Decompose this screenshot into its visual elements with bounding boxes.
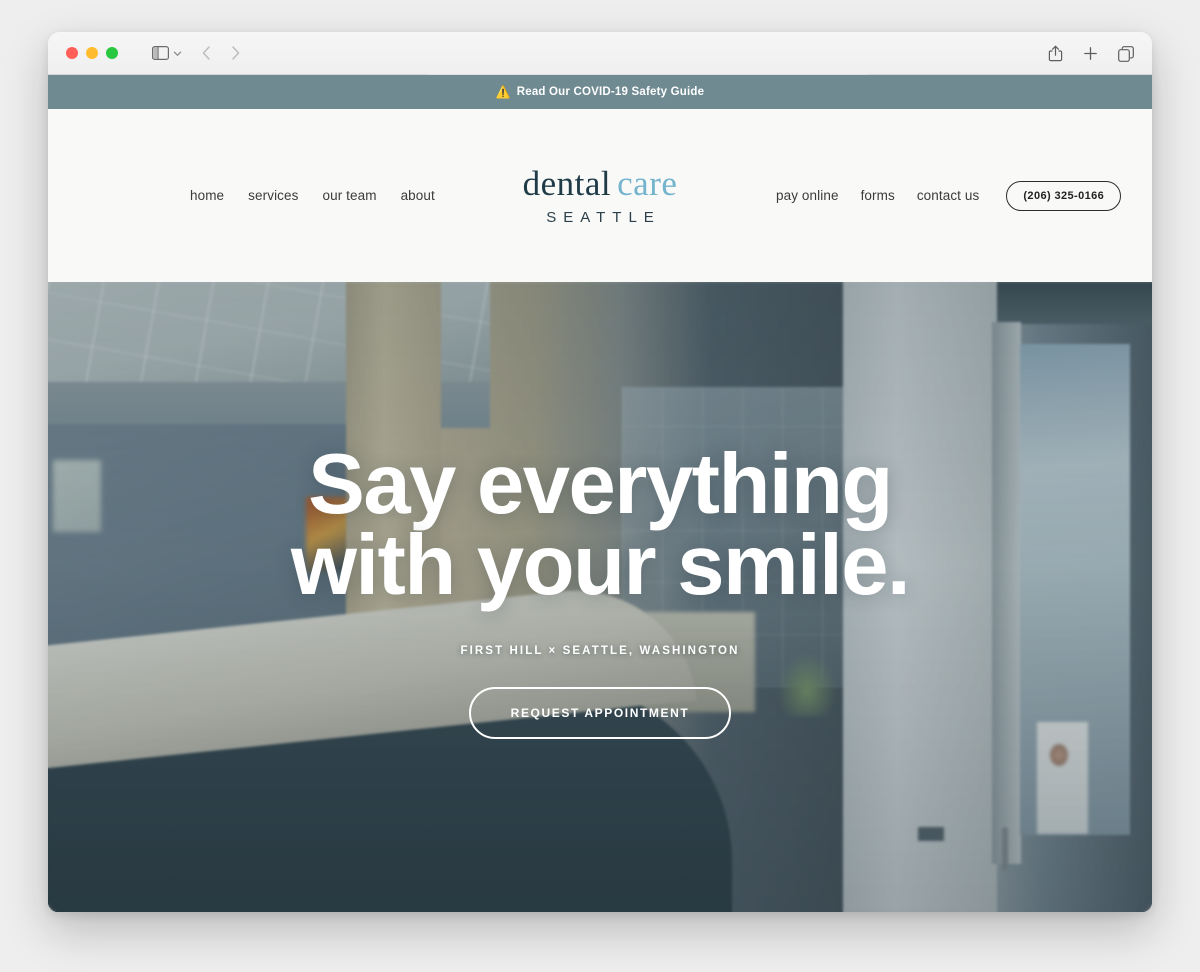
logo-word-care: care xyxy=(617,164,678,203)
logo-wordmark: dental care xyxy=(523,166,678,201)
hero-section: Say everything with your smile. FIRST HI… xyxy=(48,282,1152,912)
nav-item-forms[interactable]: forms xyxy=(861,188,895,203)
hero-location-label: FIRST HILL × SEATTLE, WASHINGTON xyxy=(460,644,740,657)
covid-banner[interactable]: ⚠️ Read Our COVID-19 Safety Guide xyxy=(48,75,1152,109)
hero-content: Say everything with your smile. FIRST HI… xyxy=(48,282,1152,912)
nav-item-contact-us[interactable]: contact us xyxy=(917,188,980,203)
maximize-button[interactable] xyxy=(106,47,118,59)
nav-item-home[interactable]: home xyxy=(190,188,224,203)
page-viewport: ⚠️ Read Our COVID-19 Safety Guide home s… xyxy=(48,75,1152,912)
nav-item-our-team[interactable]: our team xyxy=(322,188,376,203)
nav-item-pay-online[interactable]: pay online xyxy=(776,188,839,203)
logo-subtitle: SEATTLE xyxy=(546,209,661,226)
navigation-arrows xyxy=(201,45,241,61)
browser-toolbar-right xyxy=(1048,32,1134,75)
nav-item-services[interactable]: services xyxy=(248,188,298,203)
primary-nav-right: pay online forms contact us (206) 325-01… xyxy=(776,180,1122,211)
chevron-down-icon[interactable] xyxy=(172,48,183,59)
warning-icon: ⚠️ xyxy=(495,85,511,99)
forward-arrow-icon[interactable] xyxy=(230,45,241,61)
primary-nav-left: home services our team about xyxy=(190,188,435,203)
back-arrow-icon[interactable] xyxy=(201,45,212,61)
sidebar-toggle-group[interactable] xyxy=(152,46,183,60)
logo-word-dental: dental xyxy=(522,164,612,203)
browser-window: dentalcareseattle.com xyxy=(48,32,1152,912)
minimize-button[interactable] xyxy=(86,47,98,59)
nav-item-about[interactable]: about xyxy=(401,188,435,203)
hero-headline-line2: with your smile. xyxy=(290,518,911,613)
plus-icon[interactable] xyxy=(1083,46,1098,61)
phone-button[interactable]: (206) 325-0166 xyxy=(1006,180,1122,211)
close-button[interactable] xyxy=(66,47,78,59)
sidebar-toggle-icon[interactable] xyxy=(152,46,169,60)
covid-banner-label: Read Our COVID-19 Safety Guide xyxy=(516,86,705,98)
site-header: home services our team about dental care … xyxy=(48,109,1152,282)
request-appointment-button[interactable]: REQUEST APPOINTMENT xyxy=(468,686,732,739)
site-logo[interactable]: dental care SEATTLE xyxy=(523,166,678,225)
tab-overview-icon[interactable] xyxy=(1118,45,1134,62)
hero-headline: Say everything with your smile. xyxy=(290,442,911,613)
browser-titlebar: dentalcareseattle.com xyxy=(48,32,1152,97)
window-traffic-lights xyxy=(66,47,118,59)
share-icon[interactable] xyxy=(1048,45,1063,62)
